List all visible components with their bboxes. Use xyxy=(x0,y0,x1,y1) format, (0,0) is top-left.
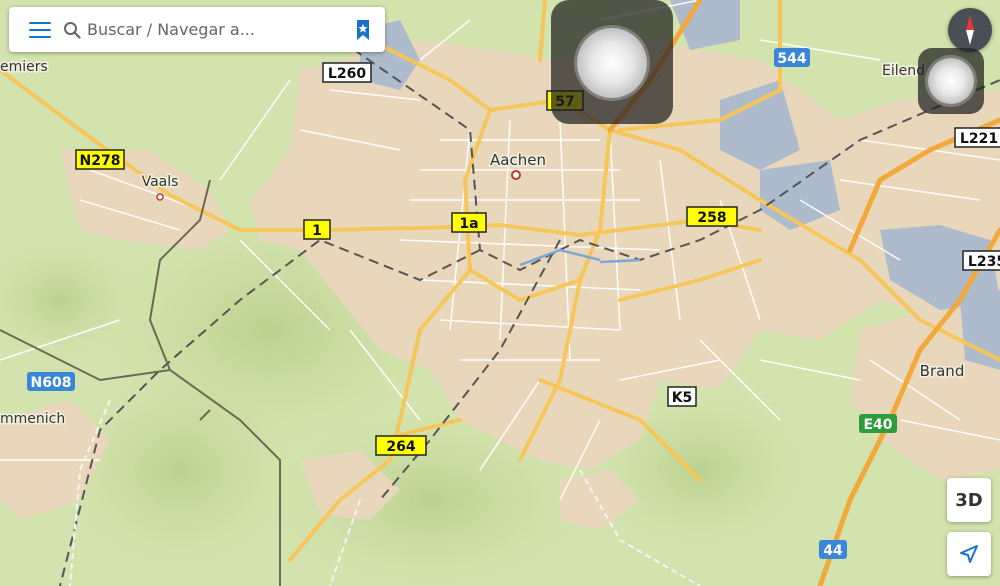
road-shield-544: 544 xyxy=(774,48,810,67)
aachen-marker-icon xyxy=(511,170,521,180)
place-label-emiers: emiers xyxy=(0,59,48,75)
svg-text:44: 44 xyxy=(823,543,843,559)
road-shield-e40: E40 xyxy=(859,414,897,433)
road-shield-l260: L260 xyxy=(322,62,372,83)
toggle-3d-label: 3D xyxy=(955,489,983,511)
svg-text:1a: 1a xyxy=(459,216,478,232)
place-label-mmenich: mmenich xyxy=(0,411,65,427)
compass-button[interactable] xyxy=(948,8,992,52)
svg-text:N278: N278 xyxy=(80,153,121,169)
svg-text:L235: L235 xyxy=(968,254,1000,270)
search-icon xyxy=(64,21,81,39)
svg-text:264: 264 xyxy=(386,439,415,455)
place-label-aachen: Aachen xyxy=(490,151,546,169)
svg-text:544: 544 xyxy=(777,51,806,67)
road-shield-264: 264 xyxy=(375,435,427,456)
search-bar[interactable]: Buscar / Navegar a... xyxy=(9,7,385,52)
road-shield-1: 1 xyxy=(303,219,331,240)
tilt-joystick-knob[interactable] xyxy=(928,58,974,104)
map-tilt-joystick[interactable] xyxy=(918,48,984,114)
place-label-vaals: Vaals xyxy=(142,174,179,190)
svg-text:L221: L221 xyxy=(960,131,998,147)
my-location-button[interactable] xyxy=(947,532,991,576)
joystick-knob[interactable] xyxy=(577,28,647,98)
road-shield-n278: N278 xyxy=(75,149,125,170)
toggle-3d-button[interactable]: 3D xyxy=(947,478,991,522)
svg-text:1: 1 xyxy=(312,223,322,239)
map-canvas[interactable]: Aachen Vaals Brand Eilend emiers mmenich… xyxy=(0,0,1000,586)
road-shield-258: 258 xyxy=(686,206,738,227)
road-shield-k5: K5 xyxy=(667,386,697,407)
svg-text:E40: E40 xyxy=(863,417,892,433)
compass-icon xyxy=(966,15,974,45)
svg-text:258: 258 xyxy=(697,210,726,226)
vaals-marker-icon xyxy=(156,193,164,201)
location-arrow-icon xyxy=(960,545,978,563)
svg-text:L260: L260 xyxy=(328,66,366,82)
road-shield-l221: L221 xyxy=(954,127,1000,148)
bookmark-icon[interactable] xyxy=(355,19,371,41)
map-pan-joystick[interactable] xyxy=(551,0,673,124)
road-shield-1a: 1a xyxy=(451,212,487,233)
road-shield-l235: L235 xyxy=(962,250,1000,271)
road-shield-n608: N608 xyxy=(27,372,75,391)
road-shield-44: 44 xyxy=(819,540,847,559)
menu-icon[interactable] xyxy=(29,21,51,38)
place-label-brand: Brand xyxy=(920,362,965,380)
svg-text:K5: K5 xyxy=(672,390,693,406)
svg-text:N608: N608 xyxy=(31,375,72,391)
search-input[interactable]: Buscar / Navegar a... xyxy=(87,20,355,39)
